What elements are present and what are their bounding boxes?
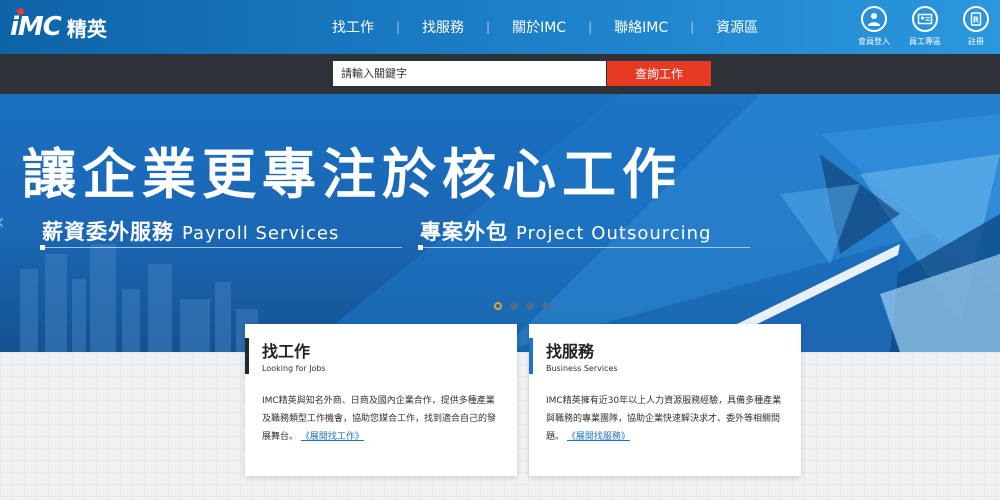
find-job-link[interactable]: 《展開找工作》: [301, 432, 364, 442]
card-subtitle: Business Services: [546, 364, 618, 373]
site-logo[interactable]: iMC 精英: [10, 8, 107, 44]
service-cn-text: 專案外包: [420, 220, 508, 244]
nav-about[interactable]: 關於IMC: [490, 17, 588, 37]
member-login-label: 會員登入: [858, 37, 890, 46]
logo-dot: [17, 8, 24, 15]
nav-find-job[interactable]: 找工作: [310, 17, 396, 37]
user-icon: [861, 6, 887, 32]
register-icon: R: [963, 6, 989, 32]
employee-area-button[interactable]: 員工專區: [901, 6, 949, 47]
banner-service-payroll: 薪資委外服務 Payroll Services: [42, 216, 339, 246]
svg-text:R: R: [973, 16, 979, 25]
nav-contact[interactable]: 聯絡IMC: [592, 17, 690, 37]
register-button[interactable]: R 註冊: [952, 6, 1000, 47]
banner-headline: 讓企業更專注於核心工作: [22, 142, 682, 206]
search-bar: 查詢工作: [0, 54, 1000, 94]
carousel-dot[interactable]: [526, 302, 534, 310]
search-input[interactable]: [333, 61, 606, 86]
underline-dot: [418, 245, 423, 250]
user-menu: 會員登入 員工專區 R 註冊: [847, 6, 1000, 47]
card-title: 找服務: [546, 342, 595, 361]
service-underline: [40, 245, 402, 250]
employee-area-label: 員工專區: [909, 37, 941, 46]
carousel-dot[interactable]: [510, 302, 518, 310]
service-underline: [418, 245, 750, 250]
site-header: iMC 精英 找工作 | 找服務 | 關於IMC | 聯絡IMC | 資源區 會…: [0, 0, 1000, 54]
card-accent-bar: [529, 338, 533, 374]
service-cn-text: 薪資委外服務: [42, 220, 174, 244]
logo-mark: iMC: [10, 12, 62, 42]
find-service-link[interactable]: 《展開找服務》: [567, 432, 630, 442]
id-card-icon: [912, 6, 938, 32]
card-subtitle: Looking for Jobs: [262, 364, 326, 373]
banner-service-outsourcing: 專案外包 Project Outsourcing: [420, 216, 711, 246]
nav-resources[interactable]: 資源區: [694, 17, 780, 37]
card-description: IMC精英與知名外商、日商及國內企業合作，提供多種產業及職務類型工作機會，協助您…: [262, 396, 497, 442]
card-body: IMC精英與知名外商、日商及國內企業合作，提供多種產業及職務類型工作機會，協助您…: [262, 392, 502, 446]
carousel-dots: [494, 302, 558, 310]
carousel-dot[interactable]: [494, 302, 502, 310]
service-en-text: Project Outsourcing: [516, 223, 712, 244]
carousel-dot[interactable]: [542, 302, 550, 310]
nav-find-service[interactable]: 找服務: [400, 17, 486, 37]
find-job-card: 找工作 Looking for Jobs IMC精英與知名外商、日商及國內企業合…: [245, 324, 517, 476]
card-body: IMC精英擁有近30年以上人力資源服務經驗，具備多種產業與職務的專業團隊，協助企…: [546, 392, 786, 446]
find-service-card: 找服務 Business Services IMC精英擁有近30年以上人力資源服…: [529, 324, 801, 476]
search-button[interactable]: 查詢工作: [607, 61, 711, 86]
register-label: 註冊: [968, 37, 984, 46]
card-title: 找工作: [262, 342, 311, 361]
logo-cn-text: 精英: [66, 16, 107, 41]
card-accent-bar: [245, 338, 249, 374]
service-en-text: Payroll Services: [182, 223, 340, 244]
hero-banner: 讓企業更專注於核心工作 薪資委外服務 Payroll Services 專案外包 P…: [0, 94, 1000, 352]
underline-dot: [40, 245, 45, 250]
member-login-button[interactable]: 會員登入: [850, 6, 898, 47]
carousel-prev-arrow-icon[interactable]: ‹: [0, 210, 5, 235]
main-nav: 找工作 | 找服務 | 關於IMC | 聯絡IMC | 資源區: [310, 0, 780, 54]
